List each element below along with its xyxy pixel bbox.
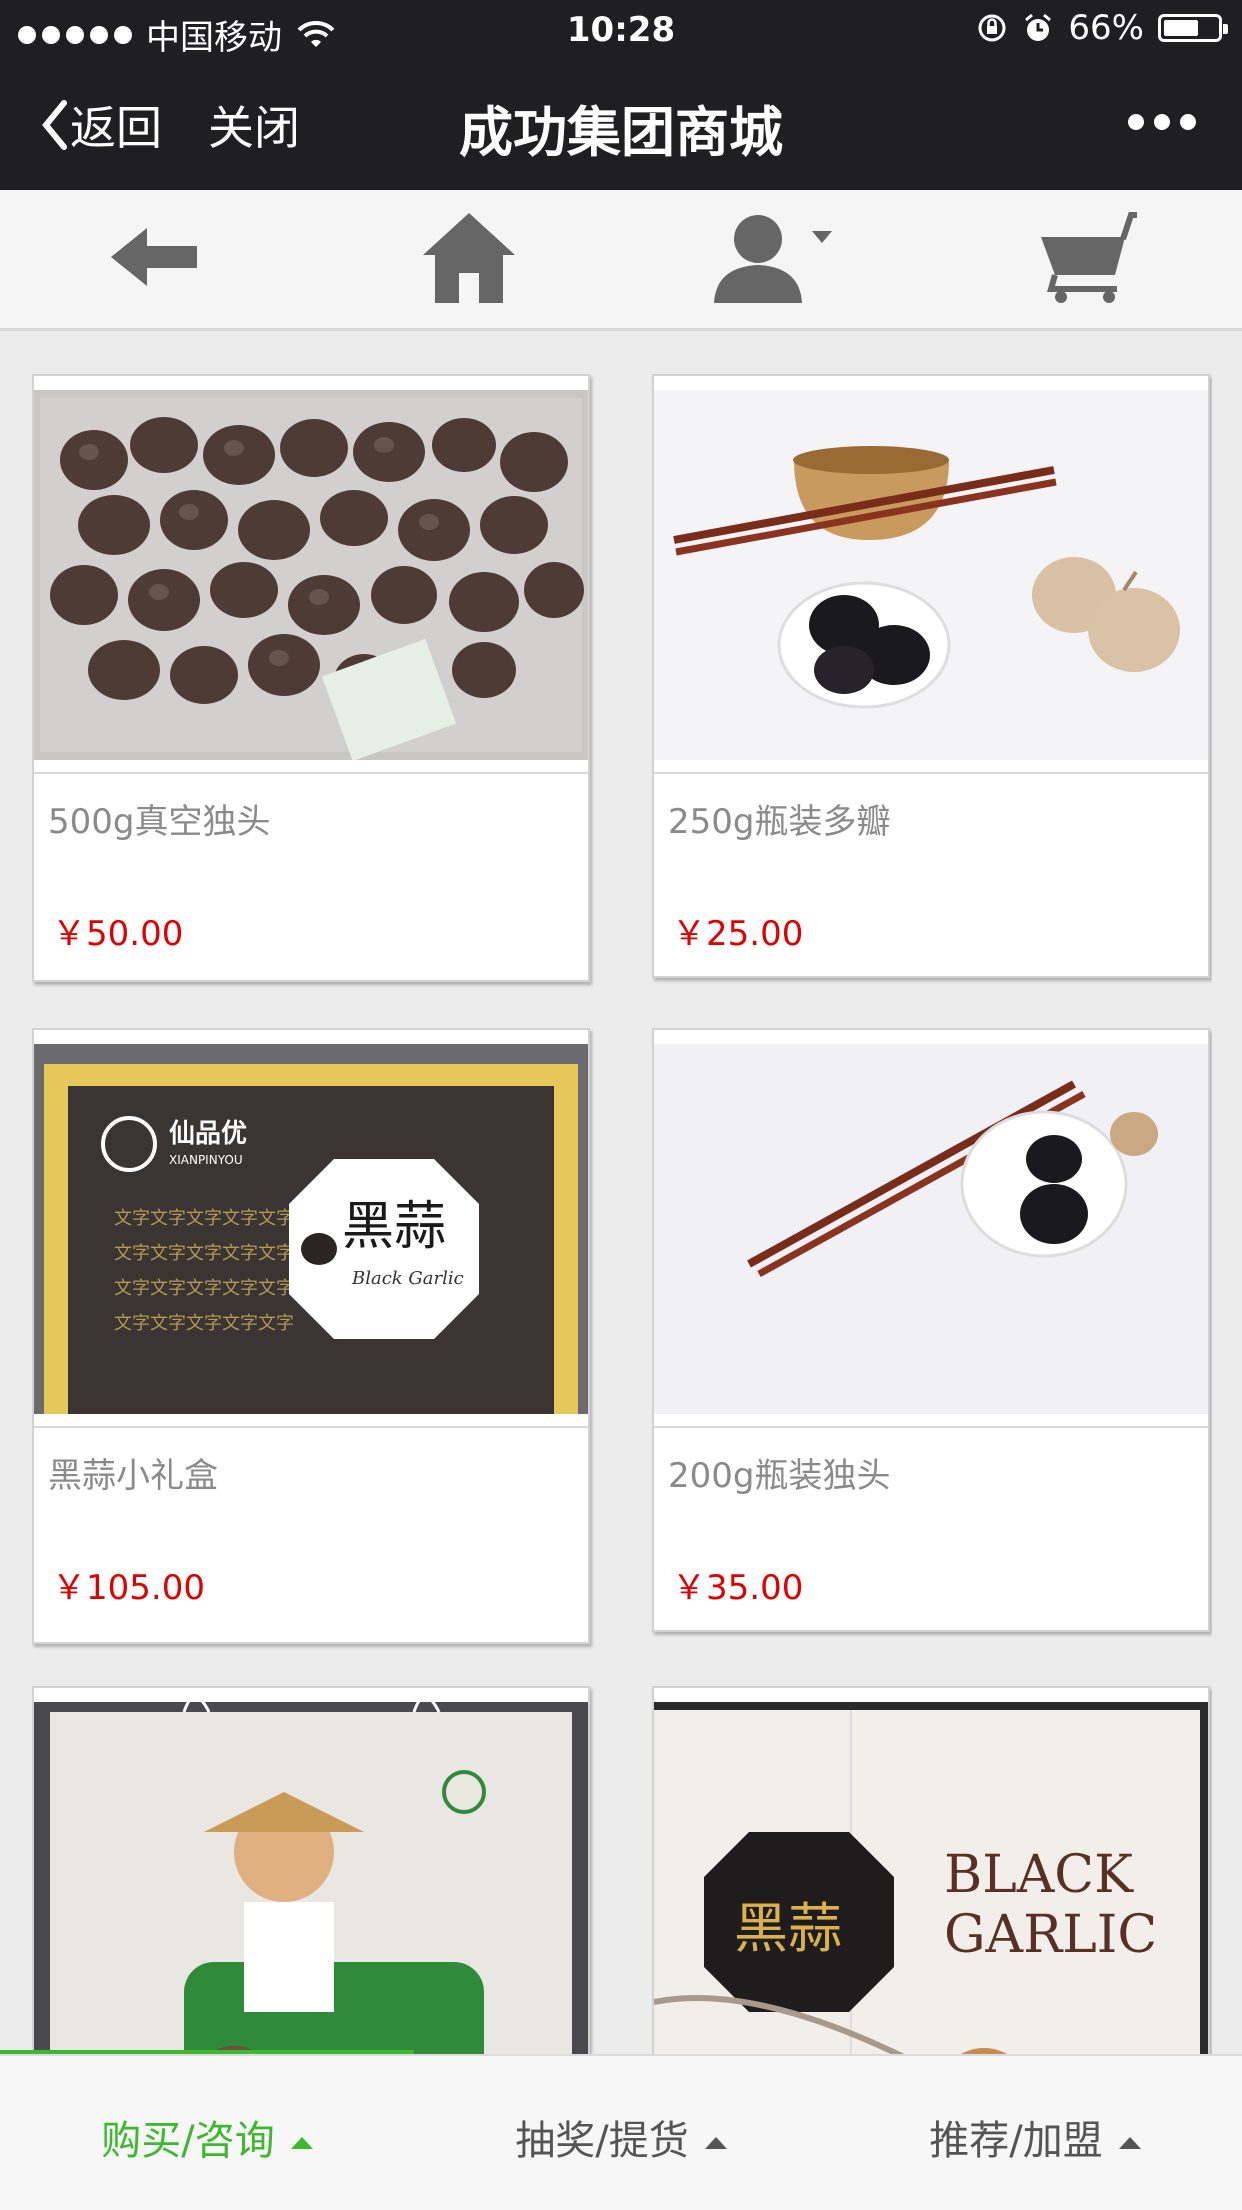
card-divider: [654, 1426, 1208, 1428]
menu-buy-consult[interactable]: 购买/咨询: [0, 2108, 414, 2166]
menu-label: 推荐/加盟: [929, 2118, 1103, 2164]
nav-header: 返回 关闭 成功集团商城: [0, 62, 1242, 190]
caret-up-icon: [704, 2137, 727, 2149]
svg-text:文字文字文字文字文字: 文字文字文字文字文字: [114, 1278, 294, 1299]
card-divider: [34, 1426, 588, 1428]
page-title: 成功集团商城: [459, 101, 783, 164]
box-title-en-text: Black Garlic: [351, 1268, 464, 1289]
battery-percent: 66%: [1068, 8, 1144, 48]
svg-text:文字文字文字文字文字: 文字文字文字文字文字: [114, 1208, 294, 1229]
product-image: 黑蒜: [34, 1702, 588, 2054]
box-title-text: 黑蒜: [342, 1197, 446, 1257]
home-icon: [423, 213, 515, 303]
product-price: ￥35.00: [672, 1568, 804, 1608]
menu-label: 抽奖/提货: [515, 2118, 689, 2164]
toolbar-cart-button[interactable]: [1022, 202, 1152, 312]
product-price: ￥105.00: [52, 1568, 205, 1608]
product-card[interactable]: 200g瓶装独头 ￥35.00: [652, 1028, 1210, 1632]
menu-recommend-join[interactable]: 推荐/加盟: [828, 2108, 1242, 2166]
product-card[interactable]: 500g真空独头 ￥50.00: [32, 374, 590, 982]
more-dot: [1154, 114, 1170, 130]
product-grid: 500g真空独头 ￥50.00 250g瓶装多瓣 ￥25.00 文字文字文字文字…: [32, 374, 1212, 2054]
status-right: 66%: [976, 8, 1228, 48]
box-brand-text: 仙品优: [169, 1119, 247, 1149]
shop-toolbar: [0, 190, 1242, 331]
product-card[interactable]: 黑蒜 BLACK GARLIC: [652, 1686, 1210, 2054]
product-card[interactable]: 文字文字文字文字文字 文字文字文字文字文字 文字文字文字文字文字 文字文字文字文…: [32, 1028, 590, 1644]
toolbar-back-button[interactable]: [90, 202, 220, 312]
card-divider: [34, 772, 588, 774]
more-menu-button[interactable]: [1128, 114, 1196, 130]
gift-box-en-line2-text: GARLIC: [944, 1905, 1157, 1965]
toolbar-home-button[interactable]: [404, 202, 534, 312]
product-price: ￥25.00: [672, 914, 804, 954]
product-image: [654, 1044, 1208, 1414]
product-name: 200g瓶装独头: [668, 1456, 891, 1496]
box-brand-en-text: XIANPINYOU: [169, 1153, 243, 1167]
product-price: ￥50.00: [52, 914, 184, 954]
product-image: 文字文字文字文字文字 文字文字文字文字文字 文字文字文字文字文字 文字文字文字文…: [34, 1044, 588, 1414]
toolbar-user-button[interactable]: [710, 202, 840, 312]
bottom-menu: 购买/咨询 抽奖/提货 推荐/加盟: [0, 2054, 1242, 2210]
top-bar: 中国移动 10:28 66% 返回 关闭 成功集团商城: [0, 0, 1242, 190]
menu-label: 购买/咨询: [101, 2118, 275, 2164]
alarm-icon: [1025, 13, 1052, 41]
more-dot: [1128, 114, 1144, 130]
svg-text:文字文字文字文字文字: 文字文字文字文字文字: [114, 1243, 294, 1264]
battery-icon: [1158, 14, 1228, 42]
menu-lottery-pickup[interactable]: 抽奖/提货: [414, 2108, 828, 2166]
card-divider: [654, 772, 1208, 774]
status-bar: 中国移动 10:28 66%: [0, 0, 1242, 62]
caret-up-icon: [290, 2137, 313, 2149]
gift-box-en-line1-text: BLACK: [944, 1845, 1134, 1905]
caret-up-icon: [1118, 2137, 1141, 2149]
product-name: 250g瓶装多瓣: [668, 802, 891, 842]
product-card[interactable]: 黑蒜: [32, 1686, 590, 2054]
product-card[interactable]: 250g瓶装多瓣 ￥25.00: [652, 374, 1210, 978]
product-name: 500g真空独头: [48, 802, 271, 842]
back-arrow-icon: [111, 228, 197, 286]
user-icon: [714, 215, 832, 303]
more-dot: [1180, 114, 1196, 130]
product-image: [34, 390, 588, 760]
gift-box-cn-text: 黑蒜: [734, 1897, 842, 1960]
product-image: [654, 390, 1208, 760]
rotation-lock-icon: [978, 14, 1006, 42]
product-name: 黑蒜小礼盒: [48, 1456, 218, 1496]
svg-text:文字文字文字文字文字: 文字文字文字文字文字: [114, 1313, 294, 1334]
cart-icon: [1041, 212, 1137, 303]
product-image: 黑蒜 BLACK GARLIC: [654, 1702, 1208, 2054]
